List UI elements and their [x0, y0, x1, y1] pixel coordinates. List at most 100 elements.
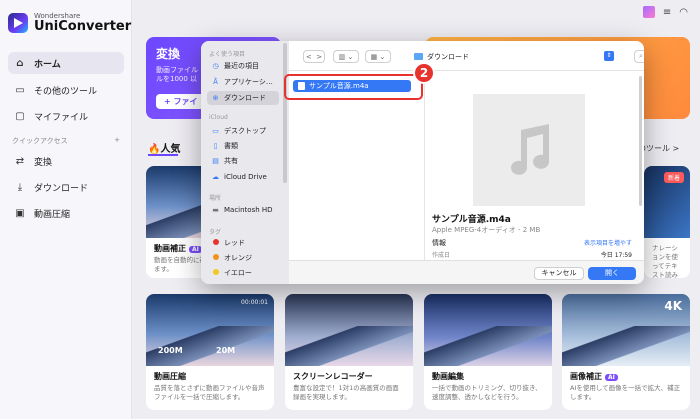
tag-orange-dot-icon: [212, 254, 219, 260]
menu-icon[interactable]: ≡: [663, 7, 671, 18]
dialog-footer: キャンセル 開く: [289, 260, 644, 284]
sidebar-item-other-tools[interactable]: ▭ その他のツール: [8, 79, 124, 101]
file-list-column: サンプル音源.m4a: [289, 72, 425, 284]
icloud-header: iCloud: [209, 114, 228, 121]
created-value: 今日 17:59: [600, 252, 632, 259]
location-label: ダウンロード: [427, 52, 469, 61]
card-screen-recorder[interactable]: スクリーンレコーダー 豊富な設定で！1対1の高画質の画面録画を実現します。: [285, 294, 413, 410]
columns-view-icon: ▥ ⌄: [338, 52, 354, 61]
dialog-sidebar-tag-orange[interactable]: オレンジ: [207, 251, 279, 265]
card-video-compress[interactable]: 00:00:01 200M 20M 動画圧縮 品質を落とさずに動画ファイルや音声…: [146, 294, 274, 410]
favorites-header: よく使う項目: [209, 51, 246, 58]
preview-file-name: サンプル音源.m4a: [432, 215, 511, 225]
cloud-icon: ☁: [212, 173, 219, 181]
cancel-button[interactable]: キャンセル: [534, 267, 584, 280]
music-note-icon: [511, 124, 549, 175]
places-header: 場所: [209, 195, 222, 202]
card-image-enhance[interactable]: 4K 画像補正 AI AIを使用して画像を一括で拡大、補正します。: [562, 294, 690, 410]
file-preview-pane: サンプル音源.m4a Apple MPEG-4オーディオ - 2 MB 情報 表…: [426, 72, 644, 259]
4k-badge: 4K: [664, 299, 682, 313]
dialog-sidebar-shared[interactable]: ▤ 共有: [207, 154, 279, 168]
dialog-sidebar-documents[interactable]: ▯ 書類: [207, 139, 279, 153]
convert-icon: ⇄: [15, 155, 25, 167]
created-label: 作成日: [432, 252, 451, 259]
dialog-sidebar-icloud-drive[interactable]: ☁ iCloud Drive: [207, 170, 279, 184]
dialog-sidebar-applications[interactable]: Å アプリケーシ…: [207, 75, 279, 89]
dialog-sidebar-tag-yellow[interactable]: イエロー: [207, 266, 279, 280]
card-desc: 品質を落とさずに動画ファイルや音声ファイルを一括で圧縮します。: [154, 384, 265, 401]
app-logo: Wondershare UniConverter: [8, 12, 131, 34]
sidebar-item-compress[interactable]: ▣ 動画圧縮: [8, 202, 124, 224]
forward-icon[interactable]: >: [316, 53, 322, 61]
card-desc: ナレーションを使ってテキスト読み上げ: [652, 244, 678, 278]
sidebar: Wondershare UniConverter ⌂ ホーム ▭ その他のツール…: [0, 0, 132, 419]
card-desc: 一括で動画のトリミング、切り抜き、速度調整、透かしなどを行う。: [432, 384, 542, 401]
toolbox-icon: ▭: [15, 84, 25, 96]
card-title: 動画圧縮: [154, 372, 186, 381]
size-to-label: 20M: [216, 346, 236, 355]
support-icon[interactable]: ◠: [679, 7, 688, 18]
tag-red-dot-icon: [212, 239, 219, 245]
chevron-updown-icon: ⇕: [604, 51, 614, 61]
dialog-sidebar: よく使う項目 ◷ 最近の項目 Å アプリケーシ… ⊕ ダウンロード iCloud ▭ デ…: [201, 41, 289, 284]
group-button[interactable]: ▦ ⌄: [365, 50, 391, 63]
dialog-sidebar-downloads[interactable]: ⊕ ダウンロード: [207, 91, 279, 105]
view-mode-button[interactable]: ▥ ⌄: [333, 50, 359, 63]
step-number-badge: 2: [413, 62, 435, 84]
show-more-link[interactable]: 表示項目を増やす: [584, 238, 632, 247]
dialog-sidebar-recents[interactable]: ◷ 最近の項目: [207, 59, 279, 73]
card-desc: 豊富な設定で！1対1の高画質の画面録画を実現します。: [293, 384, 399, 401]
card-desc: AIを使用して画像を一括で拡大、補正します。: [570, 384, 681, 401]
timer-label: 00:00:01: [241, 299, 268, 306]
tags-header: タグ: [209, 229, 222, 236]
quick-access-header: クイックアクセス +: [12, 136, 120, 146]
sidebar-item-my-files[interactable]: ▢ マイファイル: [8, 105, 124, 127]
sidebar-item-home[interactable]: ⌂ ホーム: [8, 52, 124, 74]
dialog-sidebar-tag-red[interactable]: レッド: [207, 236, 279, 250]
top-right-icons: ≡ ◠: [642, 6, 688, 18]
sidebar-item-label: ホーム: [34, 59, 61, 70]
apps-icon: Å: [213, 78, 218, 86]
gift-icon[interactable]: [642, 6, 655, 18]
nav-back-forward[interactable]: < >: [303, 50, 325, 63]
dialog-toolbar: < > ▥ ⌄ ▦ ⌄ ダウンロード ⇕ ⌕ 検索: [289, 41, 644, 71]
compress-icon: ▣: [15, 207, 25, 219]
sidebar-item-convert[interactable]: ⇄ 変換: [8, 150, 124, 172]
card-title: 画像補正: [570, 372, 602, 381]
back-icon[interactable]: <: [306, 53, 312, 61]
dialog-sidebar-desktop[interactable]: ▭ デスクトップ: [207, 124, 279, 138]
sidebar-item-label: 動画圧縮: [34, 209, 71, 220]
card-video-editor[interactable]: 動画編集 一括で動画のトリミング、切り抜き、速度調整、透かしなどを行う。: [424, 294, 552, 410]
download-icon: ⤓: [17, 181, 23, 193]
dialog-sidebar-macintosh-hd[interactable]: ▬ Macintosh HD: [207, 203, 279, 217]
document-icon: ▯: [213, 142, 218, 150]
preview-scrollbar[interactable]: [639, 76, 642, 206]
tab-popular[interactable]: 🔥人気: [148, 140, 180, 156]
sidebar-item-label: その他のツール: [34, 86, 98, 97]
sidebar-item-label: マイファイル: [34, 112, 89, 123]
card-text-to-speech[interactable]: 新着 ナレーションを使ってテキスト読み上げ: [644, 166, 690, 278]
highlight-box: [284, 74, 423, 100]
ai-badge: AI: [189, 246, 202, 253]
clock-icon: ◷: [212, 62, 219, 70]
card-title: 動画編集: [432, 372, 464, 381]
size-from-label: 200M: [158, 346, 183, 355]
grid-icon: ▦ ⌄: [370, 52, 386, 61]
shared-folder-icon: ▤: [212, 157, 219, 165]
location-popup[interactable]: ダウンロード ⇕: [414, 50, 614, 63]
sidebar-item-download[interactable]: ⤓ ダウンロード: [8, 176, 124, 198]
search-field[interactable]: ⌕ 検索: [634, 50, 644, 63]
file-icon: ▢: [15, 110, 25, 122]
dialog-sidebar-scrollbar[interactable]: [283, 43, 287, 183]
sidebar-item-label: 変換: [34, 157, 53, 168]
card-title: スクリーンレコーダー: [293, 372, 373, 381]
home-icon: ⌂: [16, 57, 24, 69]
ai-badge: AI: [605, 374, 618, 381]
uniconverter-logo-icon: [8, 13, 28, 33]
open-button[interactable]: 開く: [588, 267, 636, 280]
add-quick-access-icon[interactable]: +: [114, 136, 120, 146]
add-file-button[interactable]: + ファイ: [156, 94, 206, 109]
sidebar-item-label: ダウンロード: [34, 183, 89, 194]
preview-info-label: 情報: [432, 239, 446, 247]
card-title: 動画補正: [154, 244, 186, 253]
